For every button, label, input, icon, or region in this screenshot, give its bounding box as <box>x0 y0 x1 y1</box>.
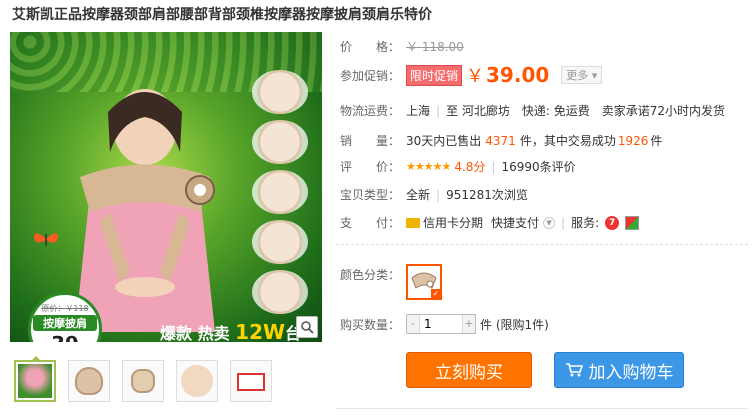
quantity-row: 购买数量： - + 件 (限购1件) <box>340 314 549 334</box>
chevron-down-icon[interactable]: ▼ <box>543 216 556 229</box>
quantity-input[interactable] <box>419 315 463 333</box>
decrease-button[interactable]: - <box>407 315 419 333</box>
sales-row: 销 量： 30天内已售出 4371 件，其中交易成功 1926 件 <box>340 132 662 149</box>
type-value: 全新 <box>406 188 431 202</box>
thumbnail-image <box>75 367 103 395</box>
currency-symbol: ￥ <box>466 66 485 87</box>
badge-original-price: 原价：￥118 <box>41 304 89 313</box>
divider: | <box>561 215 566 230</box>
check-icon: ✓ <box>431 289 441 299</box>
original-price: ￥ 118.00 <box>406 40 464 54</box>
divider: | <box>491 159 496 174</box>
thumbnail-image <box>18 364 52 398</box>
inset-image <box>252 270 308 314</box>
cart-icon <box>565 363 583 377</box>
inset-image <box>252 220 308 264</box>
credit-card-icon <box>406 217 420 228</box>
rating-row: 评 价： ★★★★★ 4.8分 | 16990条评价 <box>340 158 576 175</box>
inset-image <box>252 70 308 114</box>
price-label: 价 格： <box>340 40 401 54</box>
shipping-promise: 卖家承诺72小时内发货 <box>601 104 726 118</box>
view-count: 951281次浏览 <box>446 188 528 202</box>
thumbnail-strip <box>14 356 272 402</box>
type-row: 宝贝类型： 全新 | 951281次浏览 <box>340 186 528 203</box>
sales-mid: 件，其中交易成功 <box>519 134 616 148</box>
add-to-cart-label: 加入购物车 <box>588 362 674 383</box>
color-label: 颜色分类： <box>340 268 401 282</box>
thumbnail-image <box>131 369 155 393</box>
main-product-image[interactable]: 原价：￥118 按摩披肩 39 爆款 热卖 12W台 <box>10 32 322 342</box>
shipping-to[interactable]: 至 河北廊坊 <box>446 102 510 119</box>
rating-score: 4.8分 <box>454 160 486 174</box>
shipping-from: 上海 <box>406 104 431 118</box>
promo-tag: 限时促销 <box>406 64 463 86</box>
rating-label: 评 价： <box>340 160 401 174</box>
badge-price: 39 <box>31 332 99 342</box>
price-row: 价 格： ￥ 118.00 <box>340 38 464 55</box>
quantity-label: 购买数量： <box>340 317 401 332</box>
quick-pay-link[interactable]: 快捷支付 <box>491 214 539 231</box>
sales-success-count[interactable]: 1926 <box>618 134 649 148</box>
shipping-row: 物流运费： 上海 | 至 河北廊坊 快递: 免运费 卖家承诺72小时内发货 <box>340 102 725 119</box>
color-option-selected[interactable]: ✓ <box>406 264 442 300</box>
zoom-icon[interactable] <box>296 316 318 338</box>
thumbnail-image <box>237 373 265 391</box>
add-to-cart-button[interactable]: 加入购物车 <box>554 352 684 388</box>
thumbnail-image <box>181 365 213 397</box>
bottom-divider <box>336 408 748 409</box>
payment-label: 支 付： <box>340 216 401 230</box>
color-row: 颜色分类： ✓ <box>340 264 442 300</box>
butterfly-icon <box>34 233 58 246</box>
rating-count[interactable]: 16990条评价 <box>501 158 575 175</box>
slogan-count: 12W <box>235 320 286 342</box>
guarantee-icon[interactable] <box>625 215 640 230</box>
payment-row: 支 付： 信用卡分期 快捷支付 ▼ | 服务: 7 <box>340 214 640 231</box>
shipping-express: 快递: 免运费 <box>521 104 590 118</box>
inset-image <box>252 170 308 214</box>
thumbnail-1[interactable] <box>14 356 56 402</box>
divider: | <box>436 187 441 202</box>
rating-stars-icon: ★★★★★ <box>406 160 451 173</box>
active-thumb-arrow <box>31 356 41 361</box>
quantity-stepper: - + <box>406 314 476 334</box>
promo-price-value: 39.00 <box>486 63 550 87</box>
sales-count[interactable]: 4371 <box>485 134 516 148</box>
quantity-unit: 件 (限购1件) <box>480 317 549 332</box>
sales-prefix: 30天内已售出 <box>406 134 482 148</box>
promo-row: 参加促销： 限时促销 ￥ 39.00 更多 ▾ <box>340 62 603 88</box>
type-label: 宝贝类型： <box>340 188 401 202</box>
product-title: 艾斯凯正品按摩器颈部肩部腰部背部颈椎按摩器按摩披肩颈肩乐特价 <box>12 7 432 23</box>
installment-link[interactable]: 信用卡分期 <box>423 214 483 231</box>
sales-suffix: 件 <box>650 134 663 148</box>
seven-day-return-icon[interactable]: 7 <box>605 215 620 230</box>
divider: | <box>436 103 441 118</box>
inset-image <box>252 120 308 164</box>
badge-product-name: 按摩披肩 <box>33 315 97 331</box>
thumbnail-3[interactable] <box>122 360 164 402</box>
thumbnail-5[interactable] <box>230 360 272 402</box>
promo-price: ￥ 39.00 <box>466 62 549 88</box>
service-label: 服务: <box>571 216 600 230</box>
thumbnail-4[interactable] <box>176 360 218 402</box>
more-promos-button[interactable]: 更多 ▾ <box>561 66 603 84</box>
slogan: 爆款 热卖 12W台 <box>160 320 301 342</box>
slogan-prefix: 爆款 热卖 <box>160 324 230 342</box>
sales-label: 销 量： <box>340 134 401 148</box>
promo-label: 参加促销： <box>340 68 401 83</box>
thumbnail-2[interactable] <box>68 360 110 402</box>
shipping-label: 物流运费： <box>340 104 401 118</box>
inset-images-column <box>252 70 312 320</box>
buy-now-button[interactable]: 立刻购买 <box>406 352 532 388</box>
section-divider <box>336 244 748 245</box>
increase-button[interactable]: + <box>463 315 475 333</box>
model-with-massager-image <box>75 89 215 332</box>
